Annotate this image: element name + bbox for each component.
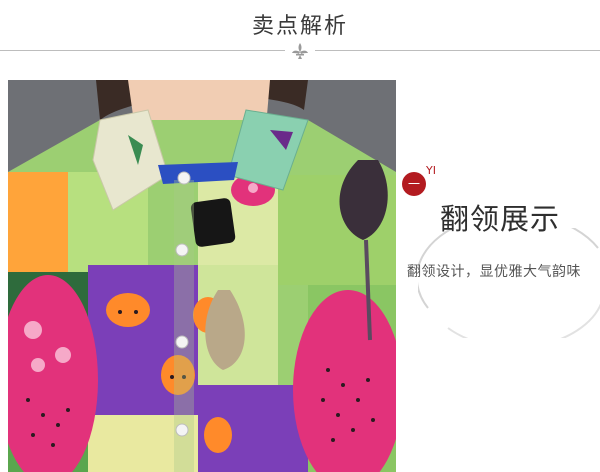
section-title: 卖点解析 xyxy=(251,14,348,39)
divider-right xyxy=(315,50,600,51)
product-photo xyxy=(8,80,396,472)
feature-number-badge: 一 xyxy=(402,172,426,196)
shirt-collar-image xyxy=(8,80,396,472)
fleur-de-lis-icon xyxy=(292,43,308,59)
feature-description: 翻领设计，显优雅大气韵味 xyxy=(407,264,581,280)
feature-title: 翻领展示 xyxy=(440,202,561,236)
divider-left xyxy=(0,50,285,51)
feature-number-pinyin: YI xyxy=(426,164,436,177)
section-header: 卖点解析 xyxy=(0,0,600,62)
